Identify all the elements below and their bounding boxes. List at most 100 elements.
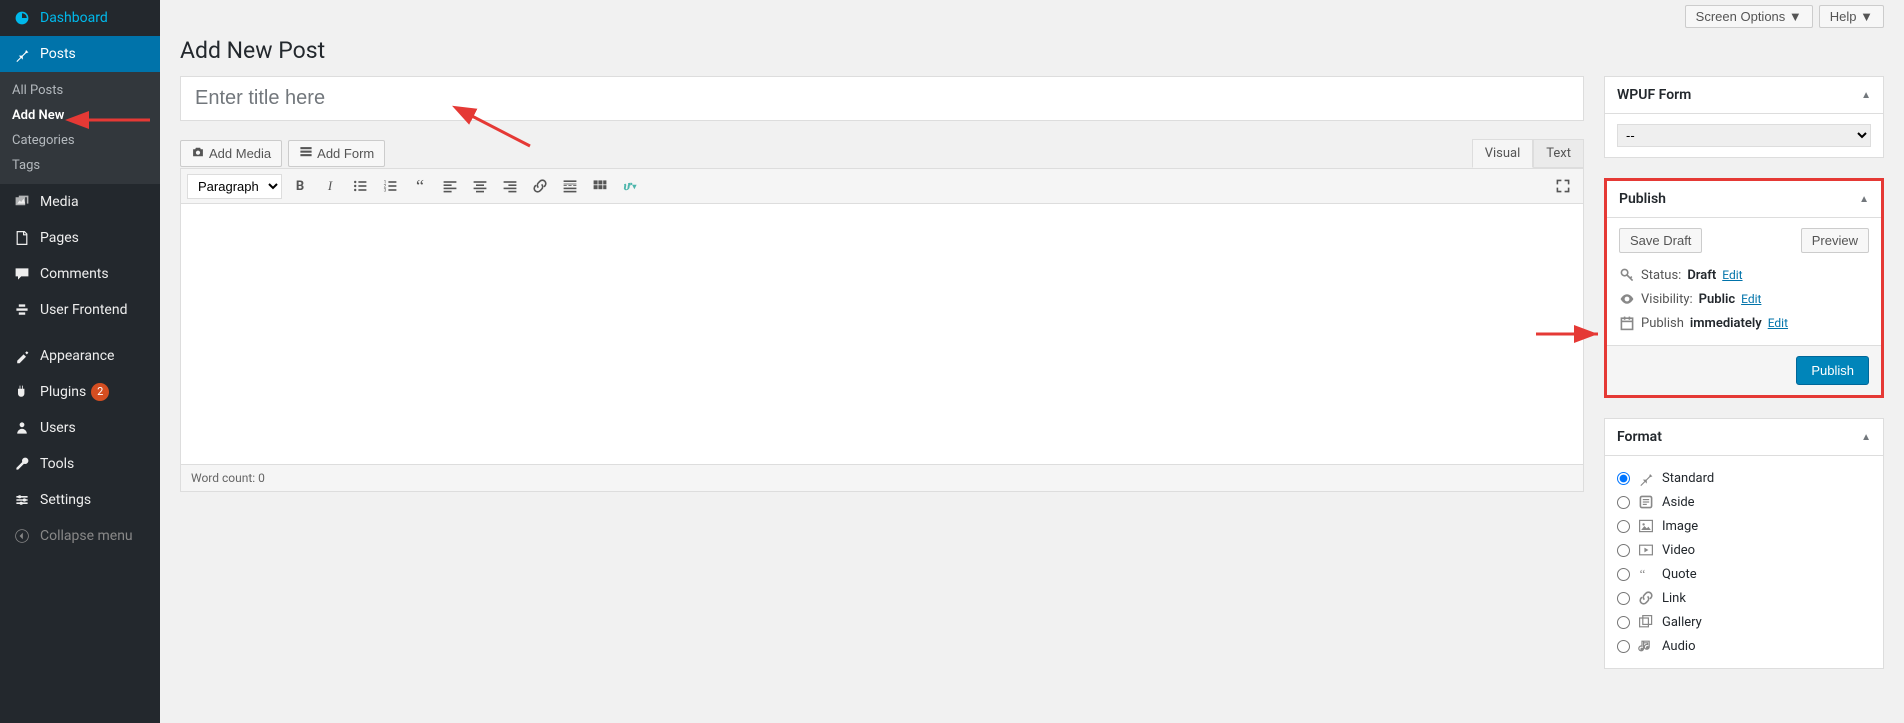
metabox-title: Publish (1619, 191, 1666, 207)
wpuf-form-header[interactable]: WPUF Form ▲ (1605, 77, 1883, 114)
format-option-gallery[interactable]: Gallery (1617, 610, 1871, 634)
visibility-label: Visibility: (1641, 292, 1693, 307)
status-label: Status: (1641, 268, 1681, 283)
format-option-standard[interactable]: Standard (1617, 466, 1871, 490)
key-icon (1619, 267, 1635, 283)
numbered-list-button[interactable]: 123 (376, 173, 404, 199)
wpuf-form-select[interactable]: -- (1617, 124, 1871, 147)
format-option-quote[interactable]: “Quote (1617, 562, 1871, 586)
svg-text:3: 3 (384, 188, 387, 194)
camera-icon (191, 145, 205, 162)
sidebar-item-users[interactable]: Users (0, 410, 160, 446)
sidebar-label: Pages (40, 230, 79, 246)
submenu-add-new[interactable]: Add New (0, 103, 160, 128)
link-button[interactable] (526, 173, 554, 199)
word-count: Word count: 0 (191, 471, 265, 485)
post-title-input[interactable] (180, 76, 1584, 121)
submenu-categories[interactable]: Categories (0, 128, 160, 153)
bold-button[interactable]: B (286, 173, 314, 199)
side-column: WPUF Form ▲ -- Publish ▲ Save Draft (1604, 76, 1884, 689)
align-left-button[interactable] (436, 173, 464, 199)
wpuf-shortcode-button[interactable]: ሆ▾ (616, 173, 644, 199)
fullscreen-button[interactable] (1549, 173, 1577, 199)
comments-icon (12, 264, 32, 284)
edit-schedule-link[interactable]: Edit (1768, 316, 1788, 330)
bullet-list-button[interactable] (346, 173, 374, 199)
tools-icon (12, 454, 32, 474)
form-icon (299, 145, 313, 162)
format-option-audio[interactable]: Audio (1617, 634, 1871, 658)
toolbar-toggle-button[interactable] (586, 173, 614, 199)
sidebar-item-dashboard[interactable]: Dashboard (0, 0, 160, 36)
sidebar-item-appearance[interactable]: Appearance (0, 338, 160, 374)
collapse-icon (12, 526, 32, 546)
blockquote-button[interactable]: “ (406, 173, 434, 199)
format-header[interactable]: Format ▲ (1605, 419, 1883, 456)
sidebar-label: Settings (40, 492, 91, 508)
format-radio[interactable] (1617, 568, 1630, 581)
submenu-tags[interactable]: Tags (0, 153, 160, 178)
sidebar-item-settings[interactable]: Settings (0, 482, 160, 518)
format-radio[interactable] (1617, 472, 1630, 485)
format-radio[interactable] (1617, 616, 1630, 629)
format-label: Aside (1662, 495, 1695, 510)
sidebar-item-pages[interactable]: Pages (0, 220, 160, 256)
status-bar: Word count: 0 (181, 464, 1583, 491)
format-option-video[interactable]: Video (1617, 538, 1871, 562)
add-media-button[interactable]: Add Media (180, 140, 282, 167)
align-right-button[interactable] (496, 173, 524, 199)
paragraph-select[interactable]: Paragraph (187, 174, 282, 199)
toggle-icon: ▲ (1861, 90, 1871, 101)
sidebar-label: Appearance (40, 348, 114, 364)
tab-visual[interactable]: Visual (1472, 139, 1534, 168)
tab-text[interactable]: Text (1533, 139, 1584, 168)
submenu-all-posts[interactable]: All Posts (0, 78, 160, 103)
sidebar-collapse[interactable]: Collapse menu (0, 518, 160, 554)
sidebar-item-media[interactable]: Media (0, 184, 160, 220)
publish-header[interactable]: Publish ▲ (1607, 181, 1881, 218)
editor-content[interactable] (181, 204, 1583, 464)
users-icon (12, 418, 32, 438)
format-option-link[interactable]: Link (1617, 586, 1871, 610)
sidebar-label: User Frontend (40, 302, 127, 318)
media-icon (12, 192, 32, 212)
schedule-value: immediately (1690, 316, 1762, 331)
gallery-icon (1638, 614, 1654, 630)
sidebar-label: Collapse menu (40, 528, 133, 544)
pin-icon (12, 44, 32, 64)
format-radio[interactable] (1617, 520, 1630, 533)
sidebar-label: Posts (40, 46, 76, 62)
format-radio[interactable] (1617, 640, 1630, 653)
italic-button[interactable]: I (316, 173, 344, 199)
format-radio[interactable] (1617, 544, 1630, 557)
save-draft-button[interactable]: Save Draft (1619, 228, 1702, 253)
edit-visibility-link[interactable]: Edit (1741, 292, 1761, 306)
wpuf-form-metabox: WPUF Form ▲ -- (1604, 76, 1884, 158)
format-radio[interactable] (1617, 496, 1630, 509)
sidebar-label: Dashboard (40, 10, 108, 26)
readmore-button[interactable] (556, 173, 584, 199)
format-option-aside[interactable]: Aside (1617, 490, 1871, 514)
align-center-button[interactable] (466, 173, 494, 199)
format-option-image[interactable]: Image (1617, 514, 1871, 538)
format-radio[interactable] (1617, 592, 1630, 605)
toggle-icon: ▲ (1861, 432, 1871, 443)
sidebar-item-tools[interactable]: Tools (0, 446, 160, 482)
add-form-button[interactable]: Add Form (288, 140, 385, 167)
calendar-icon (1619, 315, 1635, 331)
help-button[interactable]: Help ▼ (1819, 5, 1884, 28)
sidebar-item-posts[interactable]: Posts (0, 36, 160, 72)
plugins-badge: 2 (91, 383, 109, 401)
eye-icon (1619, 291, 1635, 307)
sidebar-item-user-frontend[interactable]: User Frontend (0, 292, 160, 328)
edit-status-link[interactable]: Edit (1722, 268, 1742, 282)
format-label: Standard (1662, 471, 1714, 486)
editor-column: Add Media Add Form Visual Text Paragraph… (180, 76, 1584, 689)
screen-options-button[interactable]: Screen Options ▼ (1685, 5, 1813, 28)
publish-button[interactable]: Publish (1796, 356, 1869, 385)
sidebar-label: Comments (40, 266, 109, 282)
sidebar-item-comments[interactable]: Comments (0, 256, 160, 292)
preview-button[interactable]: Preview (1801, 228, 1869, 253)
settings-icon (12, 490, 32, 510)
sidebar-item-plugins[interactable]: Plugins 2 (0, 374, 160, 410)
